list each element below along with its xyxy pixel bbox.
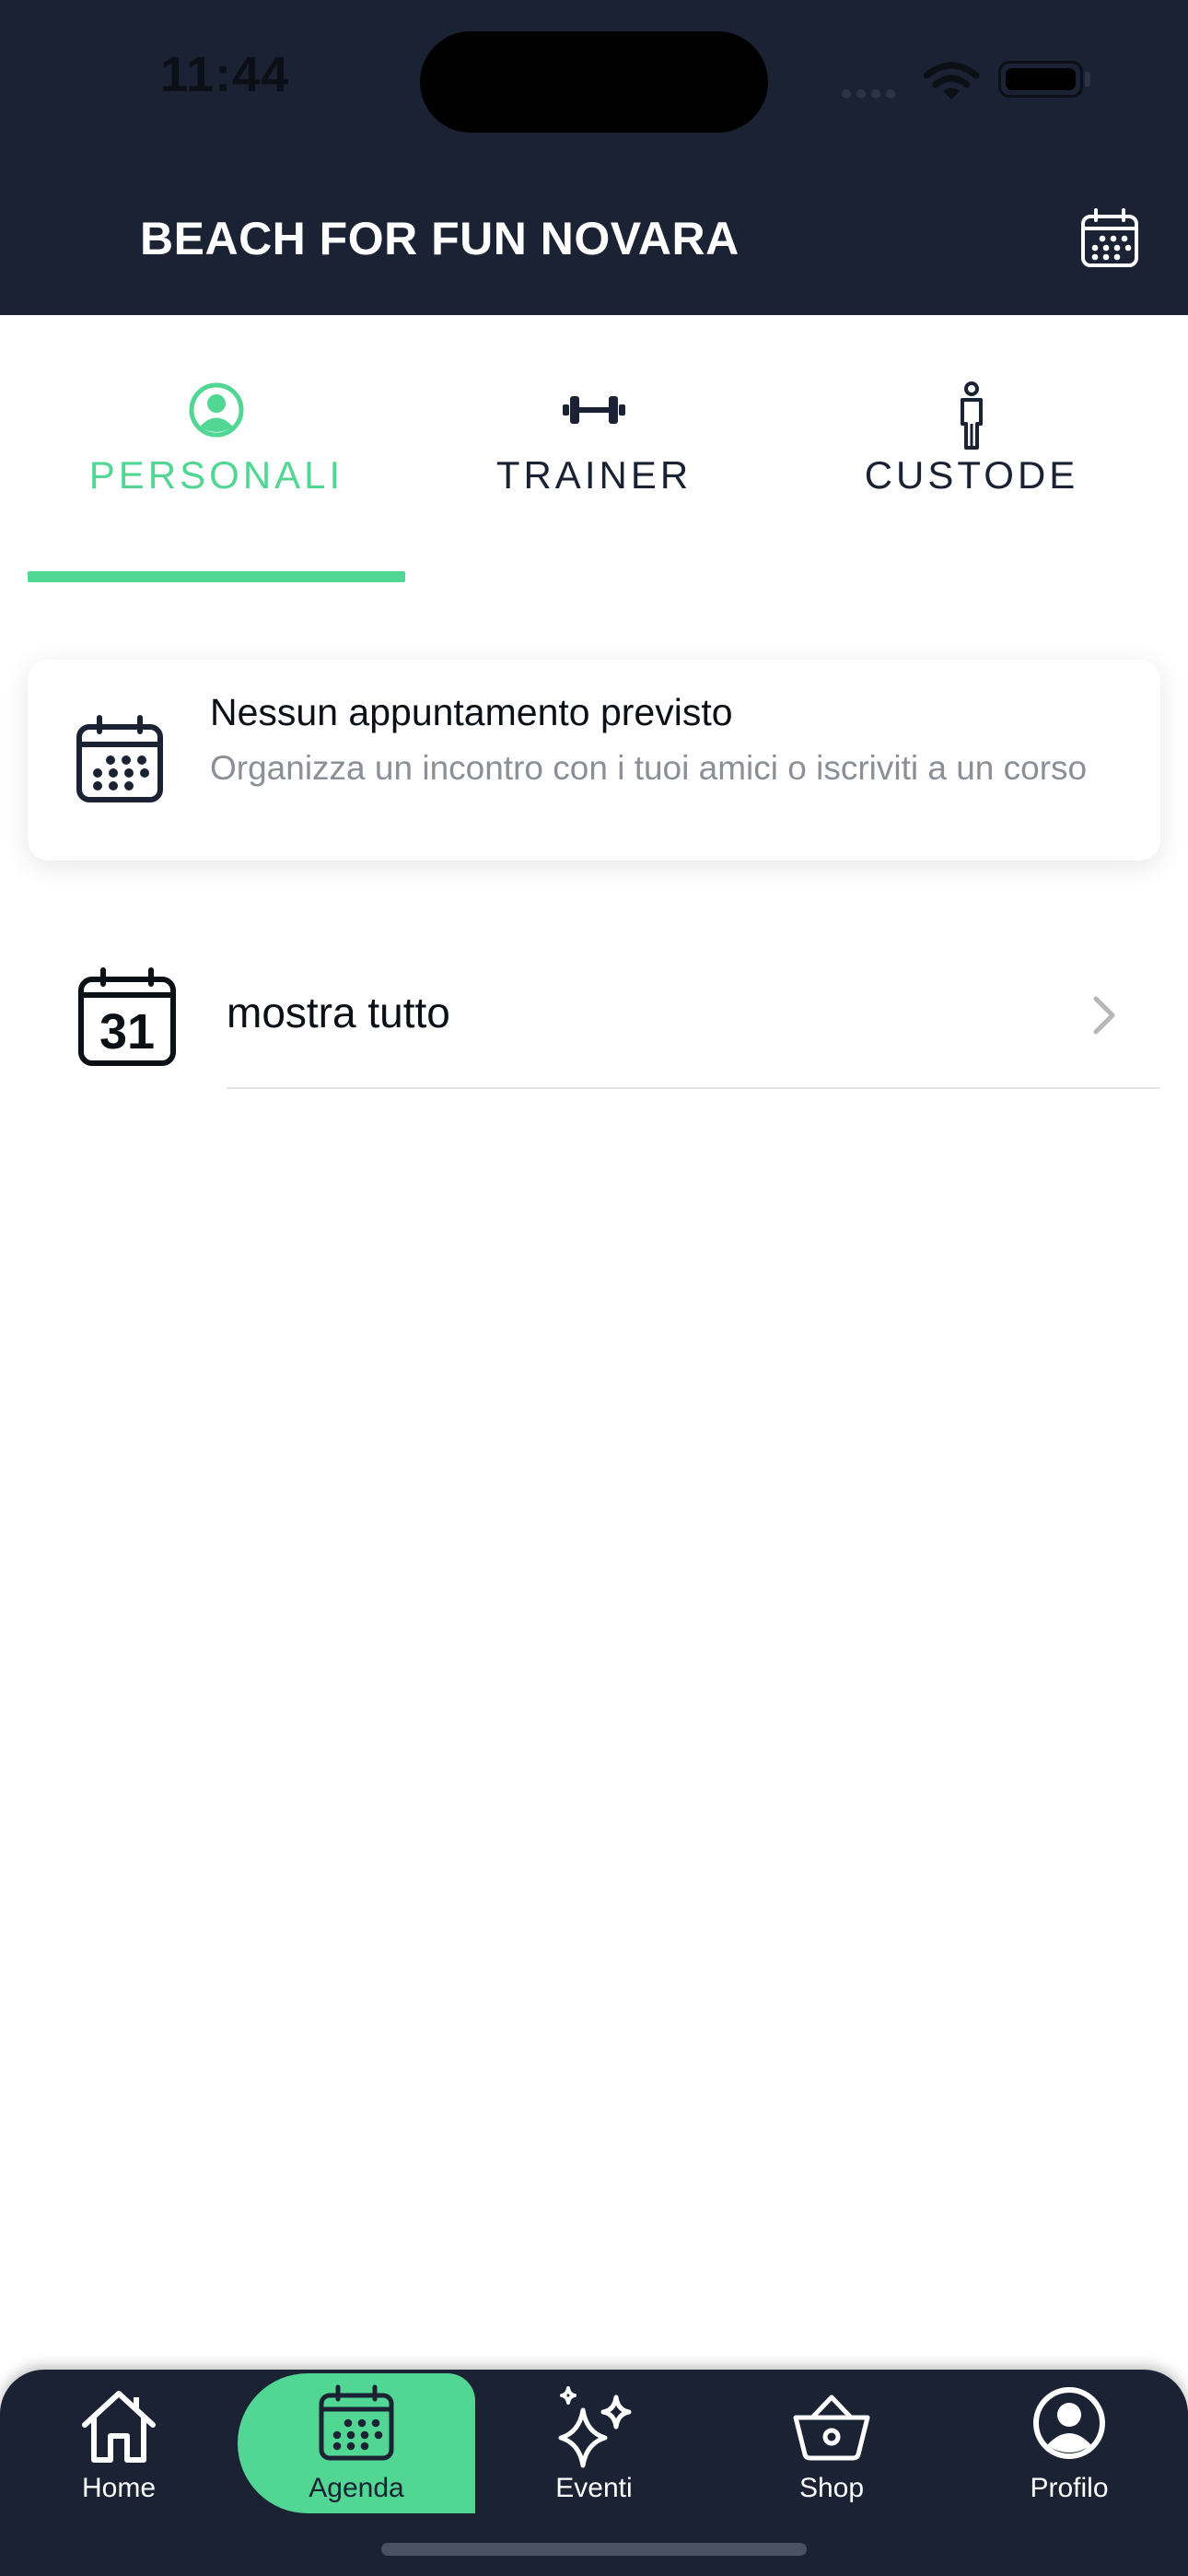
person-icon: [189, 382, 244, 438]
app-title: BEACH FOR FUN NOVARA: [140, 213, 740, 264]
nav-label: Home: [81, 2473, 157, 2503]
tab-label: CUSTODE: [864, 453, 1079, 497]
tab-label: PERSONALI: [88, 453, 344, 497]
calendar-icon: [76, 715, 163, 802]
empty-appointments-card: Nessun appuntamento previsto Organizza u…: [28, 660, 1160, 861]
status-time: 11:44: [160, 47, 290, 102]
profile-icon: [1033, 2387, 1105, 2459]
battery-icon: [998, 61, 1083, 98]
calendar-icon: [319, 2384, 394, 2461]
home-icon: [82, 2391, 156, 2463]
nav-label: Agenda: [309, 2473, 404, 2503]
svg-text:31: 31: [99, 1004, 155, 1060]
tab-trainer[interactable]: TRAINER: [405, 332, 783, 590]
empty-state-subtitle: Organizza un incontro con i tuoi amici o…: [210, 749, 1088, 787]
dynamic-island: [420, 31, 768, 133]
basket-icon: [793, 2395, 870, 2461]
tab-label: TRAINER: [495, 453, 693, 497]
sparkles-icon: [558, 2386, 632, 2468]
dumbbell-icon: [563, 396, 625, 424]
nav-profilo[interactable]: Profilo: [950, 2370, 1188, 2576]
show-all-label: mostra tutto: [227, 989, 450, 1036]
calendar-icon[interactable]: [1079, 208, 1140, 269]
nav-label: Shop: [798, 2473, 865, 2503]
tab-custode[interactable]: CUSTODE: [783, 332, 1160, 590]
app-header: 11:44 BEACH FOR FUN NOVARA: [0, 0, 1188, 315]
nav-label: Profilo: [1030, 2473, 1109, 2503]
show-all-row[interactable]: 31 mostra tutto: [0, 949, 1188, 1096]
cellular-signal-icon: [842, 87, 901, 103]
agenda-tabs: PERSONALI TRAINER CUSTODE: [0, 332, 1188, 590]
tab-personali[interactable]: PERSONALI: [28, 332, 405, 590]
home-indicator: [381, 2543, 807, 2556]
calendar-31-icon: 31: [78, 967, 176, 1066]
active-tab-indicator: [28, 571, 405, 582]
empty-state-title: Nessun appuntamento previsto: [210, 691, 733, 733]
nav-home[interactable]: Home: [0, 2370, 238, 2576]
standing-person-icon: [961, 381, 983, 450]
row-divider: [227, 1087, 1160, 1089]
chevron-right-icon: [1093, 996, 1115, 1035]
nav-label: Eventi: [555, 2473, 633, 2503]
wifi-icon: [923, 62, 980, 100]
